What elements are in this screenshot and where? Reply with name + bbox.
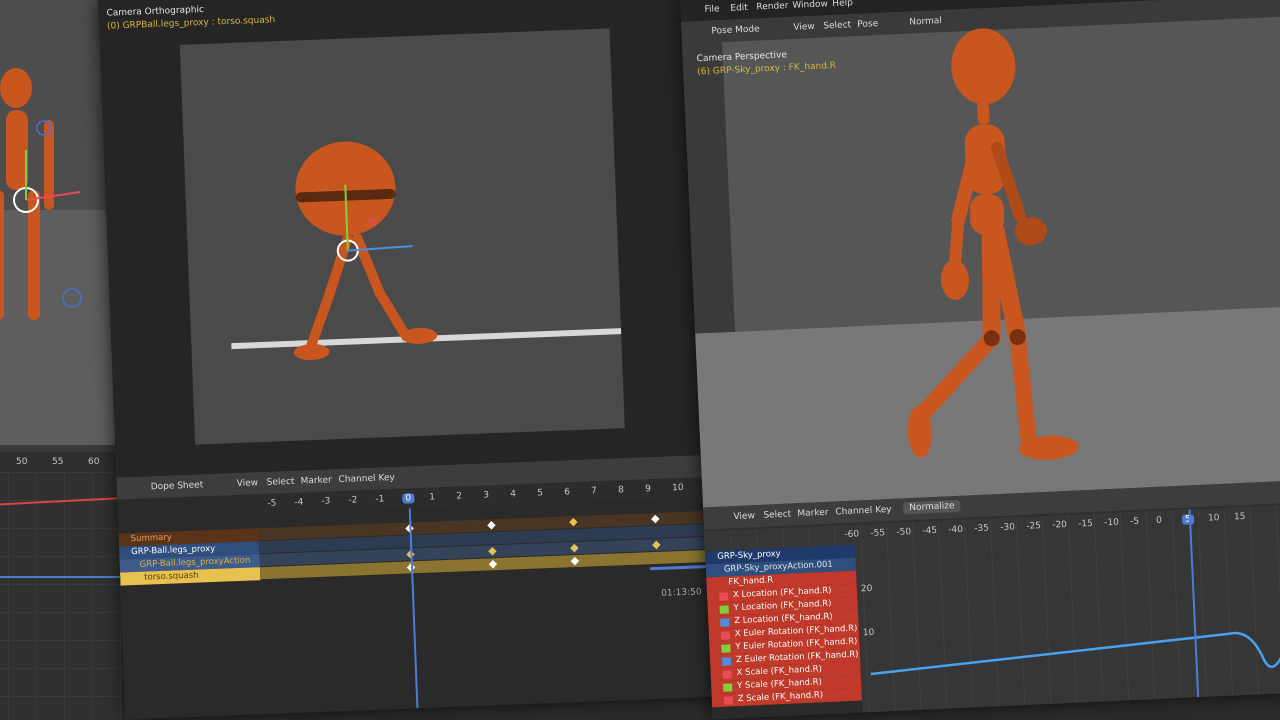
ruler-tick: 6	[564, 487, 571, 498]
menu-marker[interactable]: Marker	[300, 475, 331, 486]
ruler-tick: 5	[537, 488, 544, 499]
graph-editor-body[interactable]: -60 -55 -50 -45 -40 -35 -30 -25 -20 -15 …	[704, 503, 1280, 720]
menu-select[interactable]: Select	[266, 477, 294, 488]
current-frame-indicator[interactable]: 0	[402, 493, 415, 504]
ruler-tick: 55	[52, 457, 64, 467]
viewport-overlay: Camera Orthographic (0) GRPBall.legs_pro…	[106, 1, 275, 33]
menu-channel[interactable]: Channel	[338, 474, 375, 485]
ruler-tick: 10	[671, 482, 684, 494]
mannequin-character	[907, 28, 1079, 460]
menu-window[interactable]: Window	[792, 0, 828, 11]
editor-type-dropdown[interactable]: Dope Sheet	[151, 480, 204, 492]
camera-frame	[179, 28, 625, 445]
ruler-tick: 4	[510, 489, 517, 500]
right-3d-viewport[interactable]: Pose Mode View Select Pose Normal Camera…	[680, 0, 1280, 508]
ruler-tick: -2	[348, 495, 358, 506]
speaker-time: 01:13:50	[661, 587, 702, 599]
middle-3d-viewport[interactable]: Camera Orthographic (0) GRPBall.legs_pro…	[98, 0, 736, 478]
menu-key[interactable]: Key	[875, 505, 892, 516]
menu-render[interactable]: Render	[756, 1, 788, 12]
menu-channel[interactable]: Channel	[835, 506, 872, 518]
middle-blender-window: Camera Orthographic (0) GRPBall.legs_pro…	[98, 0, 746, 720]
ruler-tick: 50	[16, 457, 28, 467]
channel-label: torso.squash	[144, 570, 199, 583]
menu-file[interactable]: File	[704, 4, 720, 15]
menu-key[interactable]: Key	[378, 473, 395, 484]
menu-select[interactable]: Select	[763, 509, 791, 520]
channel-label: Summary	[130, 532, 172, 545]
ruler-tick: 7	[591, 486, 598, 497]
menu-view[interactable]: View	[733, 511, 755, 522]
menu-view[interactable]: View	[236, 478, 258, 489]
menu-edit[interactable]: Edit	[730, 3, 748, 14]
ruler-tick: 3	[483, 490, 490, 501]
normalize-toggle[interactable]: Normalize	[903, 499, 961, 515]
ruler-tick: 8	[618, 485, 625, 496]
right-blender-window: File Edit Render Window Help Pose Mode V…	[680, 0, 1280, 720]
channel-label: GRP-Ball.legs_proxy	[131, 543, 216, 558]
ruler-tick: 1	[429, 492, 436, 503]
channel-list: Summary GRP-Ball.legs_proxy GRP-Ball.leg…	[118, 528, 261, 586]
ruler-tick: -1	[375, 494, 385, 505]
ruler-tick: -3	[321, 496, 331, 507]
ruler-tick: 2	[456, 491, 463, 502]
menu-marker[interactable]: Marker	[797, 508, 829, 519]
ruler-tick: 60	[88, 457, 100, 467]
dope-sheet-body[interactable]: -5 -4 -3 -2 -1 0 1 2 3 4 5 6 7 8 9 10 Su…	[117, 475, 746, 720]
ruler-tick: -5	[267, 498, 277, 509]
ruler-tick: -4	[294, 497, 304, 508]
ruler-tick: 9	[644, 484, 652, 495]
menu-help[interactable]: Help	[832, 0, 853, 9]
keyframe-area[interactable]	[258, 509, 740, 588]
fcurve-line	[870, 612, 1280, 676]
ball-character	[293, 141, 438, 361]
